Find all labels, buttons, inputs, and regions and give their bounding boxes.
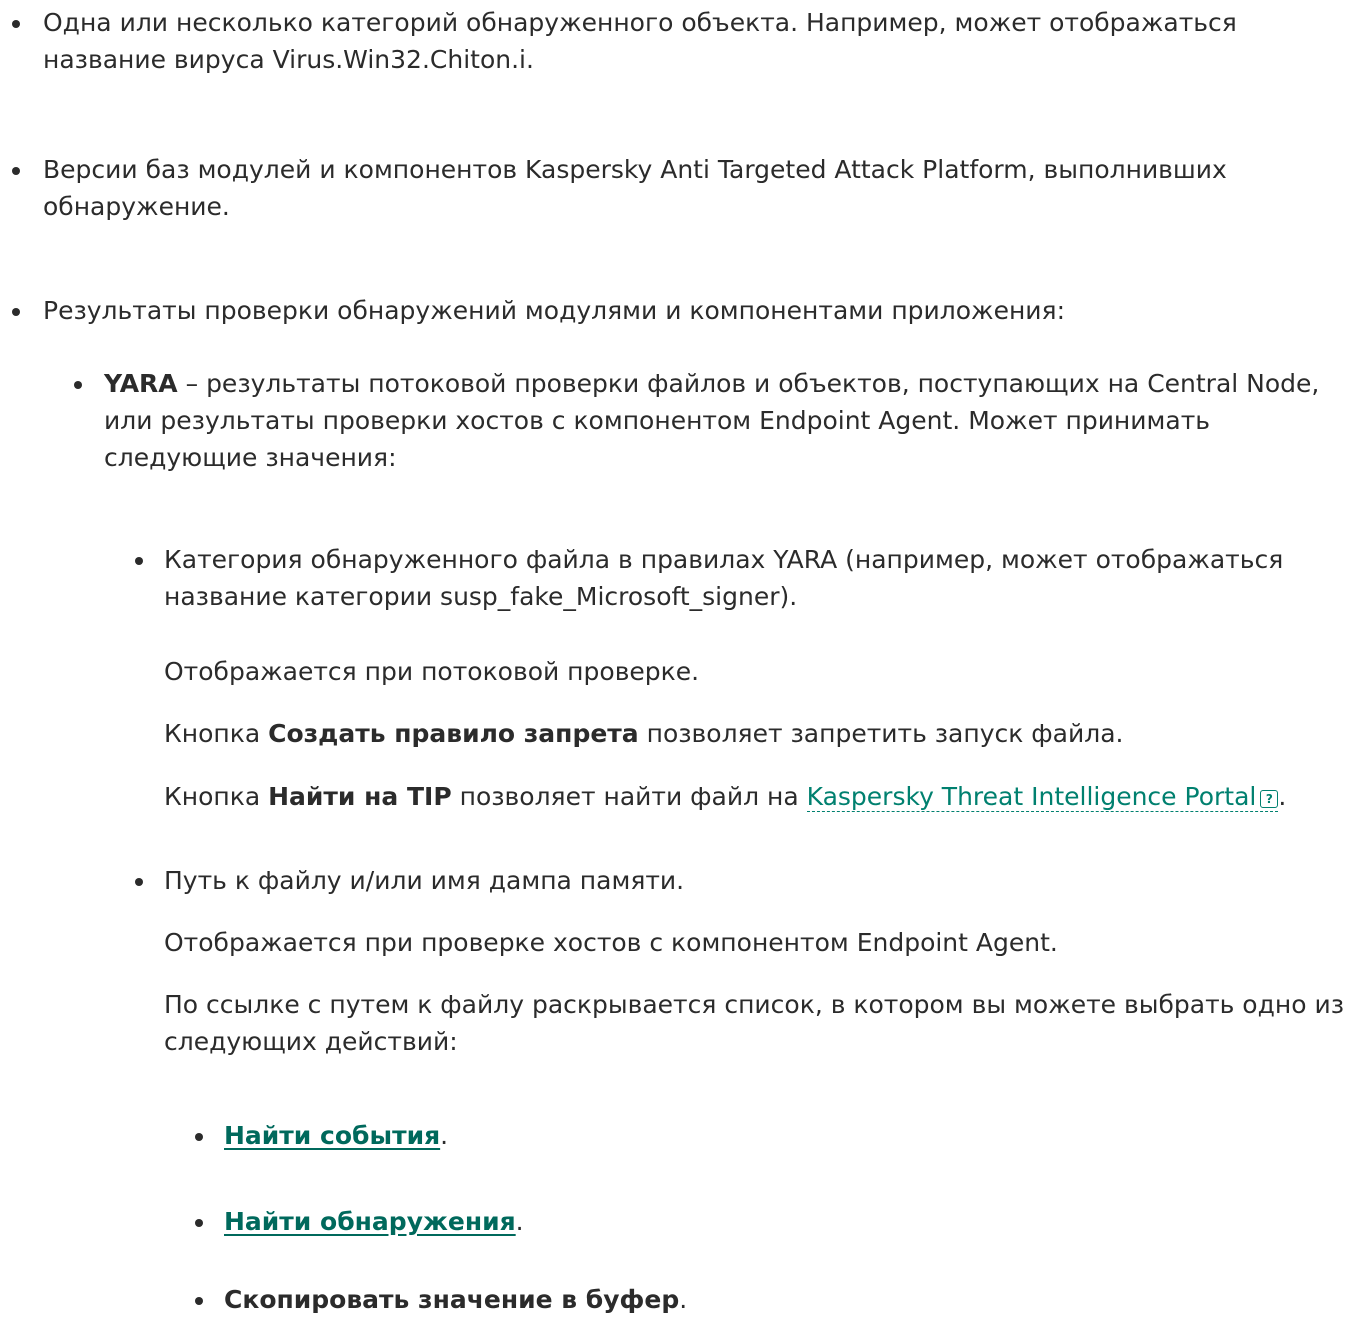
punct: .: [440, 1121, 449, 1150]
copy-value-action: Скопировать значение в буфер: [224, 1285, 680, 1314]
path-list-intro: По ссылке с путем к файлу раскрывается с…: [164, 990, 1345, 1056]
item-text: Версии баз модулей и компонентов Kaspers…: [43, 155, 1227, 221]
bullet: [195, 1219, 203, 1227]
bullet: [195, 1133, 203, 1141]
yara-description: – результаты потоковой проверки файлов и…: [104, 369, 1320, 472]
item-text: Скопировать значение в буфер.: [224, 1281, 1354, 1318]
bullet: [12, 308, 20, 316]
bullet: [12, 20, 20, 28]
bullet: [74, 381, 82, 389]
list-item-file-path: Путь к файлу и/или имя дампа памяти.: [135, 862, 1359, 899]
bullet: [135, 557, 143, 565]
list-item-results: Результаты проверки обнаружений модулями…: [12, 292, 1343, 329]
category-note: Отображается при потоковой проверке.: [164, 657, 700, 686]
item-text: Категория обнаруженного файла в правилах…: [164, 545, 1284, 611]
list-item-find-events: Найти события.: [195, 1117, 1354, 1154]
punct: .: [679, 1285, 688, 1314]
deny-rule-button-name: Создать правило запрета: [268, 719, 639, 748]
list-item-find-detections: Найти обнаружения.: [195, 1203, 1354, 1240]
deny-suffix: позволяет запретить запуск файла.: [638, 719, 1124, 748]
bullet: [135, 878, 143, 886]
list-item-copy-value: Скопировать значение в буфер.: [195, 1281, 1354, 1318]
tip-prefix: Кнопка: [164, 782, 269, 811]
kaspersky-tip-link-text: Kaspersky Threat Intelligence Portal: [806, 782, 1257, 811]
find-detections-link[interactable]: Найти обнаружения: [224, 1207, 516, 1236]
find-events-link[interactable]: Найти события: [224, 1121, 440, 1150]
tip-suffix: .: [1278, 782, 1287, 811]
bullet: [12, 167, 20, 175]
item-text: Одна или несколько категорий обнаруженно…: [43, 8, 1237, 74]
list-item-yara-category: Категория обнаруженного файла в правилах…: [135, 541, 1359, 615]
tip-button-name: Найти на TIP: [268, 782, 452, 811]
list-item-categories: Одна или несколько категорий обнаруженно…: [12, 4, 1343, 78]
help-icon: ?: [1260, 790, 1279, 808]
item-text: Путь к файлу и/или имя дампа памяти.: [164, 866, 685, 895]
punct: .: [515, 1207, 524, 1236]
kaspersky-tip-link[interactable]: Kaspersky Threat Intelligence Portal?: [806, 782, 1279, 812]
deny-prefix: Кнопка: [164, 719, 269, 748]
tip-middle: позволяет найти файл на: [451, 782, 807, 811]
yara-term: YARA: [104, 369, 178, 398]
deny-rule-paragraph: Кнопка Создать правило запрета позволяет…: [164, 715, 1359, 752]
list-item-yara: YARA – результаты потоковой проверки фай…: [74, 365, 1349, 476]
item-text: Найти события.: [224, 1117, 1354, 1154]
list-item-versions: Версии баз модулей и компонентов Kaspers…: [12, 151, 1343, 225]
item-text: Результаты проверки обнаружений модулями…: [43, 296, 1066, 325]
path-note: Отображается при проверке хостов с компо…: [164, 928, 1058, 957]
tip-paragraph: Кнопка Найти на TIP позволяет найти файл…: [164, 778, 1359, 815]
yara-text: YARA – результаты потоковой проверки фай…: [104, 365, 1349, 476]
bullet: [195, 1297, 203, 1305]
item-text: Найти обнаружения.: [224, 1203, 1354, 1240]
